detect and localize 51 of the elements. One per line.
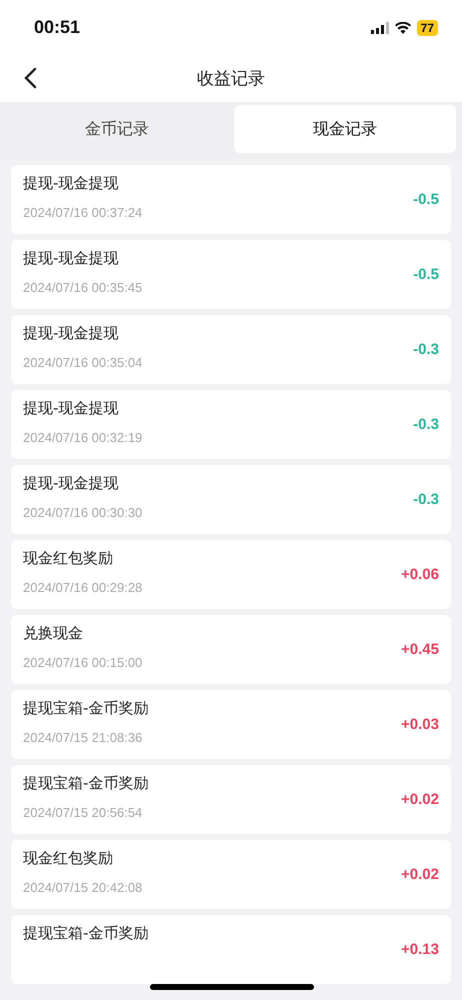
record-amount: +0.45 bbox=[401, 641, 439, 658]
status-time: 00:51 bbox=[34, 17, 80, 38]
record-title: 现金红包奖励 bbox=[23, 549, 114, 568]
record-date: 2024/07/16 00:30:30 bbox=[23, 505, 142, 520]
page-title: 收益记录 bbox=[197, 68, 265, 90]
record-card[interactable]: 提现-现金提现 2024/07/16 00:30:30 -0.3 bbox=[11, 465, 451, 534]
record-card[interactable]: 现金红包奖励 2024/07/16 00:29:28 +0.06 bbox=[11, 540, 451, 609]
record-card[interactable]: 提现宝箱-金币奖励 2024/07/15 21:08:36 +0.03 bbox=[11, 690, 451, 759]
record-title: 兑换现金 bbox=[23, 624, 84, 643]
record-amount: -0.3 bbox=[413, 416, 439, 433]
record-amount: +0.03 bbox=[401, 716, 439, 733]
record-title: 提现-现金提现 bbox=[23, 324, 120, 343]
record-title: 提现宝箱-金币奖励 bbox=[23, 774, 148, 793]
record-date: 2024/07/16 00:15:00 bbox=[23, 655, 142, 670]
record-card[interactable]: 提现宝箱-金币奖励 2024/07/15 20:56:54 +0.02 bbox=[11, 765, 451, 834]
signal-icon bbox=[370, 22, 389, 34]
record-title: 现金红包奖励 bbox=[23, 849, 114, 868]
record-amount: -0.5 bbox=[413, 191, 439, 208]
record-date: 2024/07/16 00:35:45 bbox=[23, 280, 142, 295]
record-date: 2024/07/16 00:35:04 bbox=[23, 355, 142, 370]
record-amount: +0.02 bbox=[401, 866, 439, 883]
record-amount: +0.02 bbox=[401, 791, 439, 808]
record-card[interactable]: 提现宝箱-金币奖励 +0.13 bbox=[11, 915, 451, 984]
record-title: 提现-现金提现 bbox=[23, 249, 120, 268]
record-card[interactable]: 兑换现金 2024/07/16 00:15:00 +0.45 bbox=[11, 615, 451, 684]
record-card[interactable]: 提现-现金提现 2024/07/16 00:32:19 -0.3 bbox=[11, 390, 451, 459]
record-date: 2024/07/16 00:32:19 bbox=[23, 430, 142, 445]
tab[interactable]: 现金记录 bbox=[234, 105, 456, 153]
record-amount: +0.13 bbox=[401, 941, 439, 958]
record-title: 提现-现金提现 bbox=[23, 174, 120, 193]
record-amount: -0.5 bbox=[413, 266, 439, 283]
record-title: 提现宝箱-金币奖励 bbox=[23, 699, 148, 718]
record-date: 2024/07/16 00:29:28 bbox=[23, 580, 142, 595]
record-date: 2024/07/15 20:56:54 bbox=[23, 805, 144, 820]
record-date: 2024/07/16 00:37:24 bbox=[23, 205, 142, 220]
record-title: 提现-现金提现 bbox=[23, 474, 120, 493]
record-card[interactable]: 提现-现金提现 2024/07/16 00:35:45 -0.5 bbox=[11, 240, 451, 309]
tab[interactable]: 金币记录 bbox=[6, 105, 228, 153]
wifi-icon bbox=[394, 22, 411, 34]
record-amount: -0.3 bbox=[413, 341, 439, 358]
record-amount: +0.06 bbox=[401, 566, 439, 583]
record-title: 提现宝箱-金币奖励 bbox=[23, 924, 148, 943]
record-title: 提现-现金提现 bbox=[23, 399, 120, 418]
record-date: 2024/07/15 21:08:36 bbox=[23, 730, 144, 745]
back-icon[interactable] bbox=[23, 67, 37, 89]
record-card[interactable]: 现金红包奖励 2024/07/15 20:42:08 +0.02 bbox=[11, 840, 451, 909]
battery-level: 77 bbox=[416, 20, 438, 36]
record-card[interactable]: 提现-现金提现 2024/07/16 00:35:04 -0.3 bbox=[11, 315, 451, 384]
record-date: 2024/07/15 20:42:08 bbox=[23, 880, 142, 895]
record-card[interactable]: 提现-现金提现 2024/07/16 00:37:24 -0.5 bbox=[11, 165, 451, 234]
record-amount: -0.3 bbox=[413, 491, 439, 508]
